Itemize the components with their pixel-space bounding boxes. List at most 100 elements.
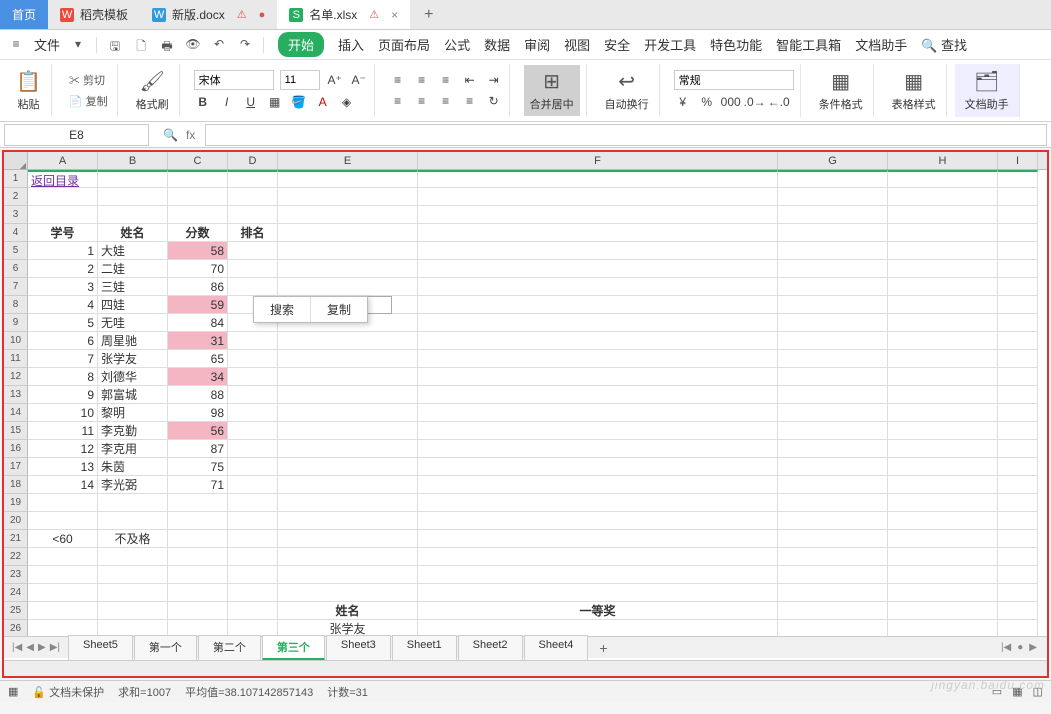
cell[interactable] bbox=[168, 566, 228, 584]
cell[interactable] bbox=[888, 404, 998, 422]
cell[interactable] bbox=[418, 188, 778, 206]
cell[interactable] bbox=[228, 512, 278, 530]
cell[interactable] bbox=[998, 332, 1038, 350]
cell[interactable] bbox=[168, 170, 228, 188]
cell[interactable] bbox=[228, 422, 278, 440]
underline-button[interactable]: U bbox=[242, 93, 260, 111]
cell[interactable] bbox=[998, 440, 1038, 458]
cell[interactable] bbox=[998, 584, 1038, 602]
menu-dochelp[interactable]: 文档助手 bbox=[855, 35, 907, 54]
indent-inc-icon[interactable]: ⇥ bbox=[485, 71, 503, 89]
cell[interactable] bbox=[98, 512, 168, 530]
cell[interactable] bbox=[168, 548, 228, 566]
fill-color-button[interactable]: 🪣 bbox=[290, 93, 308, 111]
cell[interactable]: 不及格 bbox=[98, 530, 168, 548]
cell[interactable]: 31 bbox=[168, 332, 228, 350]
cell[interactable] bbox=[418, 458, 778, 476]
redo-icon[interactable]: ↷ bbox=[237, 37, 253, 53]
cell[interactable] bbox=[888, 548, 998, 566]
row-header[interactable]: 15 bbox=[4, 422, 28, 440]
cell[interactable] bbox=[888, 584, 998, 602]
cell[interactable] bbox=[278, 332, 418, 350]
cell[interactable] bbox=[278, 386, 418, 404]
cell[interactable]: 大娃 bbox=[98, 242, 168, 260]
tab-daoke[interactable]: W 稻壳模板 bbox=[48, 0, 140, 29]
italic-button[interactable]: I bbox=[218, 93, 236, 111]
row-header[interactable]: 25 bbox=[4, 602, 28, 620]
ctx-copy[interactable]: 复制 bbox=[311, 297, 367, 322]
row-header[interactable]: 18 bbox=[4, 476, 28, 494]
number-format-select[interactable] bbox=[674, 70, 794, 90]
cell[interactable] bbox=[228, 476, 278, 494]
cell[interactable] bbox=[778, 422, 888, 440]
cell[interactable] bbox=[998, 188, 1038, 206]
cell[interactable]: 1 bbox=[28, 242, 98, 260]
row-header[interactable]: 10 bbox=[4, 332, 28, 350]
col-header[interactable]: F bbox=[418, 152, 778, 169]
bold-button[interactable]: B bbox=[194, 93, 212, 111]
cell[interactable] bbox=[228, 584, 278, 602]
preview-icon[interactable]: 👁 bbox=[185, 37, 201, 53]
cell[interactable] bbox=[278, 350, 418, 368]
cell[interactable] bbox=[778, 206, 888, 224]
cell[interactable] bbox=[778, 476, 888, 494]
cell[interactable]: 四娃 bbox=[98, 296, 168, 314]
sheet-tab[interactable]: Sheet1 bbox=[392, 635, 457, 660]
tab-home[interactable]: 首页 bbox=[0, 0, 48, 29]
cell[interactable]: 李光弼 bbox=[98, 476, 168, 494]
cell[interactable] bbox=[168, 188, 228, 206]
cell[interactable] bbox=[228, 530, 278, 548]
cell[interactable] bbox=[278, 458, 418, 476]
row-header[interactable]: 21 bbox=[4, 530, 28, 548]
cell[interactable] bbox=[228, 206, 278, 224]
cell[interactable] bbox=[778, 386, 888, 404]
orientation-icon[interactable]: ↻ bbox=[485, 92, 503, 110]
cell[interactable] bbox=[888, 566, 998, 584]
cell[interactable]: 84 bbox=[168, 314, 228, 332]
cut-button[interactable]: ✂ 剪切 bbox=[66, 71, 108, 89]
cell[interactable] bbox=[28, 494, 98, 512]
row-header[interactable]: 11 bbox=[4, 350, 28, 368]
cell[interactable] bbox=[888, 494, 998, 512]
new-tab-button[interactable]: + bbox=[410, 6, 447, 24]
cell[interactable]: 86 bbox=[168, 278, 228, 296]
cell[interactable] bbox=[888, 440, 998, 458]
cell[interactable] bbox=[228, 602, 278, 620]
cell[interactable] bbox=[418, 206, 778, 224]
add-sheet-button[interactable]: + bbox=[589, 640, 617, 656]
cell[interactable] bbox=[418, 530, 778, 548]
row-header[interactable]: 19 bbox=[4, 494, 28, 512]
doc-helper-button[interactable]: 🗂文档助手 bbox=[961, 67, 1013, 114]
cell[interactable] bbox=[168, 206, 228, 224]
cell[interactable] bbox=[168, 530, 228, 548]
cell[interactable]: 4 bbox=[28, 296, 98, 314]
cell[interactable] bbox=[998, 458, 1038, 476]
cell[interactable]: 13 bbox=[28, 458, 98, 476]
cell[interactable] bbox=[228, 458, 278, 476]
font-name-select[interactable] bbox=[194, 70, 274, 90]
align-top-icon[interactable]: ≡ bbox=[389, 71, 407, 89]
row-header[interactable]: 6 bbox=[4, 260, 28, 278]
cell[interactable] bbox=[778, 458, 888, 476]
cell[interactable]: 71 bbox=[168, 476, 228, 494]
cell[interactable] bbox=[418, 350, 778, 368]
cell[interactable] bbox=[278, 530, 418, 548]
cell[interactable] bbox=[418, 494, 778, 512]
cell[interactable]: 75 bbox=[168, 458, 228, 476]
cell[interactable] bbox=[888, 278, 998, 296]
cell[interactable] bbox=[228, 242, 278, 260]
row-header[interactable]: 16 bbox=[4, 440, 28, 458]
cell[interactable]: 二娃 bbox=[98, 260, 168, 278]
cell[interactable] bbox=[998, 404, 1038, 422]
align-justify-icon[interactable]: ≡ bbox=[461, 92, 479, 110]
cell[interactable] bbox=[998, 260, 1038, 278]
row-header[interactable]: 8 bbox=[4, 296, 28, 314]
cell[interactable] bbox=[228, 494, 278, 512]
font-size-select[interactable] bbox=[280, 70, 320, 90]
cell[interactable] bbox=[778, 566, 888, 584]
name-box[interactable]: E8 bbox=[4, 124, 149, 146]
next-sheet-icon[interactable]: ▶ bbox=[38, 642, 46, 653]
cell[interactable] bbox=[168, 602, 228, 620]
cell[interactable] bbox=[278, 242, 418, 260]
cell[interactable] bbox=[228, 188, 278, 206]
